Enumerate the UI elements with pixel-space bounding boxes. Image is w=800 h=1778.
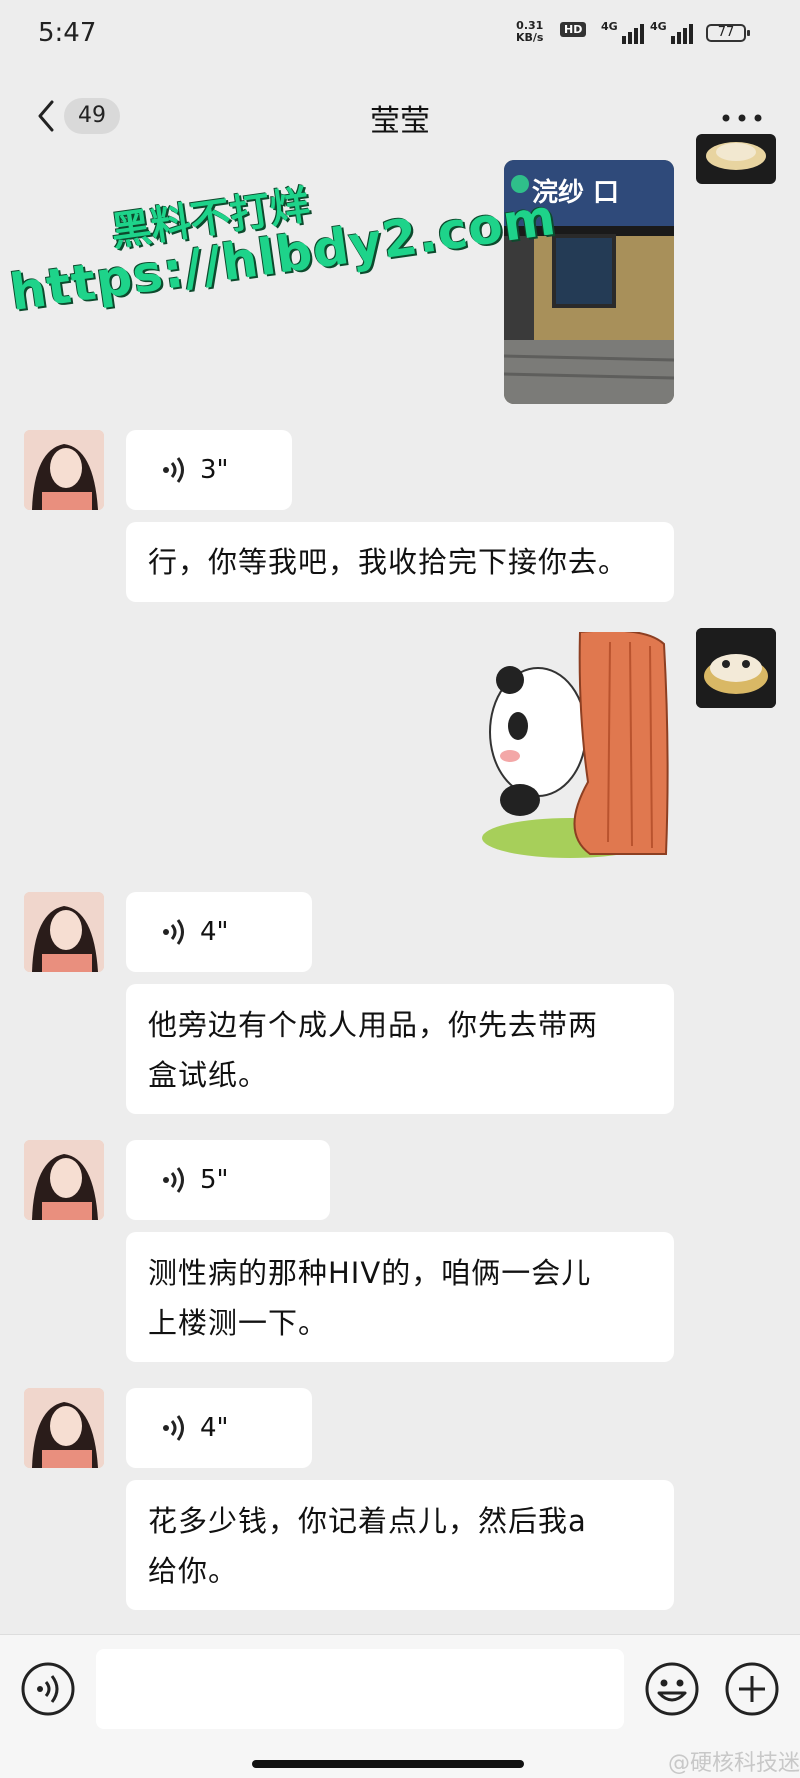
contact-avatar[interactable] [24, 892, 104, 972]
message-text-line: 给你。 [148, 1554, 239, 1588]
voice-wave-icon [163, 919, 184, 945]
message-text-line: 测性病的那种HIV的，咱俩一会儿 [148, 1256, 592, 1290]
contact-avatar[interactable] [24, 430, 104, 510]
voice-message[interactable]: 4" [126, 1388, 312, 1468]
voice-message[interactable]: 4" [126, 892, 312, 972]
text-message[interactable]: 花多少钱，你记着点儿，然后我a 给你。 [126, 1480, 674, 1610]
source-watermark: @硬核科技迷 [667, 1751, 800, 1776]
voice-wave-icon [163, 1167, 184, 1193]
message-input[interactable] [96, 1649, 624, 1729]
voice-duration: 3" [200, 455, 229, 485]
message-text-line: 花多少钱，你记着点儿，然后我a [148, 1504, 587, 1538]
voice-message[interactable]: 5" [126, 1140, 330, 1220]
voice-duration: 5" [200, 1165, 229, 1195]
text-message[interactable]: 他旁边有个成人用品，你先去带两 盒试纸。 [126, 984, 674, 1114]
voice-duration: 4" [200, 917, 229, 947]
sticker-message[interactable] [470, 629, 680, 862]
contact-avatar[interactable] [24, 1388, 104, 1468]
message-text-line: 盒试纸。 [148, 1058, 269, 1092]
chat-title: 莹莹 [370, 104, 430, 139]
voice-wave-icon [163, 457, 184, 483]
voice-wave-icon [163, 1415, 184, 1441]
signal-1-label: 4G [601, 20, 618, 33]
message-text-line: 他旁边有个成人用品，你先去带两 [148, 1008, 599, 1042]
panda-hiding-sticker [482, 629, 669, 858]
my-avatar[interactable] [696, 628, 776, 708]
signal-2-label: 4G [650, 20, 667, 33]
add-more-icon[interactable] [724, 1661, 780, 1717]
voice-duration: 4" [200, 1413, 229, 1443]
voice-input-toggle-icon[interactable] [20, 1661, 76, 1717]
message-text-line: 上楼测一下。 [148, 1306, 329, 1340]
battery-icon: 77 [706, 24, 750, 42]
more-options-icon[interactable] [722, 114, 762, 122]
status-time: 5:47 [38, 18, 97, 48]
voice-message[interactable]: 3" [126, 430, 292, 510]
hd-icon: HD [560, 22, 587, 37]
home-indicator [252, 1760, 524, 1768]
chat-header: 49 莹莹 [0, 70, 800, 160]
my-avatar[interactable] [696, 134, 776, 184]
emoji-icon[interactable] [644, 1661, 700, 1717]
status-bar: 5:47 0.31 KB/s HD 4G 4G 77 [0, 0, 800, 70]
text-message[interactable]: 测性病的那种HIV的，咱俩一会儿 上楼测一下。 [126, 1232, 674, 1362]
contact-avatar[interactable] [24, 1140, 104, 1220]
signal-1-icon [622, 22, 644, 44]
network-speed-unit: KB/s [516, 31, 544, 44]
message-text: 行，你等我吧，我收拾完下接你去。 [148, 545, 629, 579]
text-message[interactable]: 行，你等我吧，我收拾完下接你去。 [126, 522, 674, 602]
signal-2-icon [671, 22, 693, 44]
network-speed: 0.31 KB/s [516, 20, 543, 44]
